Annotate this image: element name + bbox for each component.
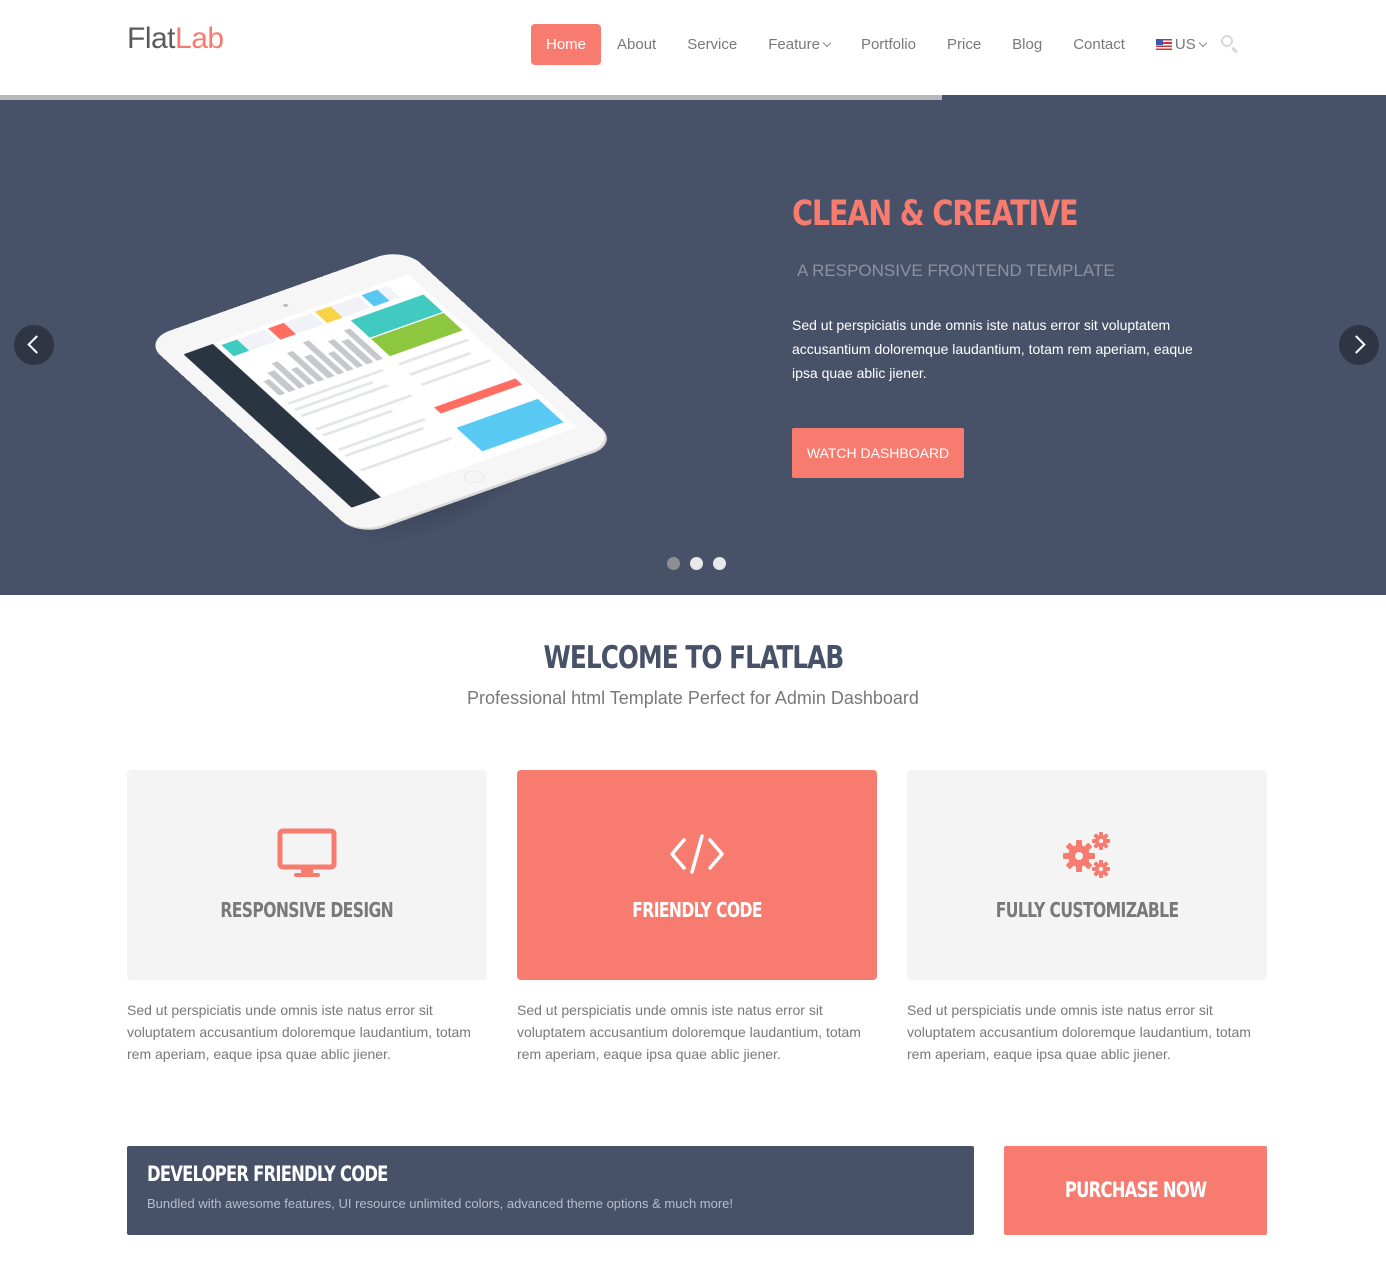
gears-icon bbox=[1063, 832, 1110, 878]
feature-description: Sed ut perspiciatis unde omnis iste natu… bbox=[907, 1002, 1251, 1062]
feature-tile-responsive[interactable]: RESPONSIVE DESIGN bbox=[127, 770, 487, 980]
feature-name-text: FULLY CUSTOMIZABLE bbox=[995, 898, 1179, 922]
code-icon bbox=[670, 834, 724, 874]
nav-contact[interactable]: Contact bbox=[1058, 24, 1140, 65]
nav-feature-label: Feature bbox=[768, 36, 820, 53]
banner-title: DEVELOPER FRIENDLY CODE bbox=[147, 1162, 388, 1186]
nav-feature[interactable]: Feature bbox=[753, 24, 845, 65]
chevron-right-icon[interactable] bbox=[1339, 325, 1379, 365]
tablet-image bbox=[140, 161, 620, 579]
hero-text: Sed ut perspiciatis unde omnis iste natu… bbox=[792, 317, 1193, 381]
welcome-title-text: WELCOME TO FLATLAB bbox=[543, 640, 844, 676]
feature-name: FRIENDLY CODE bbox=[517, 898, 877, 922]
slider-dot[interactable] bbox=[667, 557, 680, 570]
main-nav: Home About Service Feature Portfolio Pri… bbox=[531, 24, 1222, 65]
nav-blog[interactable]: Blog bbox=[997, 24, 1057, 65]
slider-dot[interactable] bbox=[690, 557, 703, 570]
nav-price[interactable]: Price bbox=[932, 24, 996, 65]
feature-tile-code[interactable]: FRIENDLY CODE bbox=[517, 770, 877, 980]
language-label: US bbox=[1174, 36, 1196, 53]
developer-banner: DEVELOPER FRIENDLY CODE Bundled with awe… bbox=[127, 1146, 974, 1235]
feature-tile-customizable[interactable]: FULLY CUSTOMIZABLE bbox=[907, 770, 1267, 980]
monitor-icon bbox=[277, 828, 337, 877]
search-icon[interactable] bbox=[1221, 35, 1239, 54]
language-selector[interactable]: US bbox=[1141, 24, 1221, 65]
purchase-now-label: PURCHASE NOW bbox=[1064, 1178, 1207, 1202]
feature-description: Sed ut perspiciatis unde omnis iste natu… bbox=[517, 1002, 861, 1062]
feature-name-text: FRIENDLY CODE bbox=[632, 898, 762, 922]
watch-dashboard-button[interactable]: WATCH DASHBOARD bbox=[792, 428, 964, 478]
logo-part-flat: Flat bbox=[127, 22, 176, 55]
logo-part-lab: Lab bbox=[175, 22, 224, 55]
nav-portfolio[interactable]: Portfolio bbox=[846, 24, 931, 65]
slider-dots bbox=[667, 557, 726, 570]
welcome-subtitle: Professional html Template Perfect for A… bbox=[467, 688, 919, 708]
site-header: FlatLab Home About Service Feature Portf… bbox=[0, 0, 1386, 95]
chevron-left-icon[interactable] bbox=[14, 325, 54, 365]
nav-service[interactable]: Service bbox=[672, 24, 752, 65]
feature-name: FULLY CUSTOMIZABLE bbox=[907, 898, 1267, 922]
logo[interactable]: FlatLab bbox=[127, 22, 224, 56]
hero-title: CLEAN & CREATIVE bbox=[792, 194, 1079, 234]
chevron-down-icon bbox=[1198, 38, 1207, 48]
slide-progress-bar bbox=[0, 95, 1386, 100]
chevron-down-icon bbox=[822, 38, 832, 48]
feature-name: RESPONSIVE DESIGN bbox=[127, 898, 487, 922]
feature-name-text: RESPONSIVE DESIGN bbox=[220, 898, 394, 922]
nav-about[interactable]: About bbox=[602, 24, 671, 65]
welcome-title: WELCOME TO FLATLAB bbox=[0, 640, 1386, 676]
slider-dot[interactable] bbox=[713, 557, 726, 570]
nav-home[interactable]: Home bbox=[531, 24, 602, 65]
feature-description: Sed ut perspiciatis unde omnis iste natu… bbox=[127, 1002, 471, 1062]
slide-progress-fill bbox=[0, 95, 943, 100]
hero-slider: CLEAN & CREATIVE A RESPONSIVE FRONTEND T… bbox=[0, 95, 1386, 595]
purchase-now-button[interactable]: PURCHASE NOW bbox=[1004, 1146, 1267, 1235]
banner-text: Bundled with awesome features, UI resour… bbox=[147, 1196, 734, 1211]
us-flag-icon bbox=[1155, 39, 1172, 50]
hero-subtitle: A RESPONSIVE FRONTEND TEMPLATE bbox=[797, 261, 1115, 280]
